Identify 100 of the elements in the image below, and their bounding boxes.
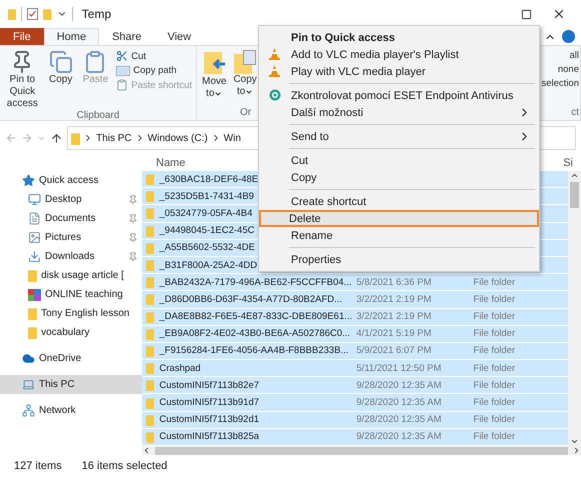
ribbon-button[interactable]: selection	[537, 78, 579, 89]
file-menu-button[interactable]: File	[0, 28, 44, 45]
selection-count: 16 items selected	[82, 460, 168, 472]
document-icon	[28, 212, 41, 225]
menu-item[interactable]: Rename	[261, 227, 537, 244]
ribbon-tab[interactable]: Home	[44, 28, 100, 45]
breadcrumb[interactable]: Win	[224, 132, 241, 144]
sidebar-item[interactable]: Network	[0, 401, 142, 420]
folder-icon	[146, 344, 154, 357]
file-name: CustomINI5f7113b92d1	[159, 414, 260, 426]
scroll-down-icon[interactable]	[570, 437, 579, 446]
folder-icon	[146, 259, 154, 272]
horizontal-scrollbar[interactable]	[142, 446, 581, 455]
folder-icon	[28, 269, 38, 282]
file-row[interactable]: CustomINI5f7113b825a 9/28/2020 12:35 AM File folder	[142, 428, 568, 445]
file-name: _D86D0BB6-D63F-4354-A77D-80B2AFD...	[159, 294, 344, 305]
menu-item[interactable]: Zkontrolovat pomocí ESET Endpoint Antivirus	[261, 87, 537, 104]
sidebar-item[interactable]: Quick access	[0, 171, 142, 190]
ribbon-button[interactable]: Cut	[116, 50, 192, 62]
sidebar-item[interactable]: This PC	[0, 375, 142, 394]
file-row[interactable]: _DA8E8B82-F6E5-4E87-833C-DBE809E61... 3/2/2021 2:19 PM File folder	[142, 308, 568, 325]
file-type: File folder	[473, 397, 516, 408]
sidebar-item[interactable]: OneDrive	[0, 349, 142, 368]
ribbon-button[interactable]: Copy path	[116, 65, 192, 76]
file-name: CustomINI5f7113b82e7	[159, 380, 260, 391]
sidebar-item[interactable]: Documents	[0, 209, 142, 228]
folder-copy-icon	[234, 50, 256, 74]
help-icon[interactable]	[562, 30, 575, 43]
close-icon[interactable]	[552, 7, 566, 21]
scroll-right-icon[interactable]	[572, 446, 581, 455]
menu-item[interactable]: Properties	[261, 251, 537, 268]
scroll-up-icon[interactable]	[570, 171, 579, 180]
file-row[interactable]: CustomINI5f7113b92d1 9/28/2020 12:35 AM File folder	[142, 412, 568, 428]
scroll-thumb[interactable]	[570, 182, 579, 208]
file-type: File folder	[473, 414, 516, 426]
menu-item[interactable]: Cut	[261, 152, 537, 169]
up-button[interactable]	[50, 132, 63, 144]
file-name: _5235D5B1-7431-4B9	[159, 190, 254, 202]
ribbon-button[interactable]: none	[537, 64, 579, 75]
folder-icon	[146, 276, 154, 288]
sidebar-item[interactable]: ONLINE teaching	[0, 285, 142, 304]
eye-icon	[269, 89, 281, 101]
file-row[interactable]: CustomINI5f7113b91d7 9/28/2020 12:35 AM File folder	[142, 394, 568, 411]
computer-icon	[22, 378, 35, 391]
sidebar-item[interactable]: Downloads	[0, 247, 142, 266]
file-type: File folder	[473, 362, 516, 374]
file-row[interactable]: _D86D0BB6-D63F-4354-A77D-80B2AFD... 3/2/2021 2:19 PM File folder	[142, 291, 568, 308]
ribbon-button[interactable]: Pin to Quick access	[4, 50, 41, 110]
folder-icon	[146, 310, 154, 323]
ribbon-button[interactable]: Move to	[200, 50, 228, 107]
menu-item[interactable]: Add to VLC media player's Playlist	[261, 46, 537, 63]
file-row[interactable]: Crashpad 5/11/2021 12:50 PM File folder	[142, 360, 568, 376]
picture-icon	[28, 231, 41, 244]
desktop-icon	[28, 193, 41, 206]
ribbon-tab[interactable]: Share	[99, 28, 154, 45]
menu-item[interactable]: Copy	[261, 169, 537, 186]
file-type: File folder	[473, 328, 516, 340]
group-label: ct	[570, 107, 579, 118]
ribbon-tab[interactable]: View	[154, 28, 204, 45]
date-modified: 9/28/2020 12:35 AM	[356, 397, 442, 408]
ribbon-button[interactable]: Copy	[46, 50, 75, 110]
sidebar-item[interactable]: Pictures	[0, 228, 142, 247]
file-type: File folder	[473, 294, 516, 305]
scroll-left-icon[interactable]	[142, 446, 151, 455]
folder-icon	[8, 8, 16, 20]
menu-item[interactable]: Další možnosti	[261, 104, 537, 121]
caret-icon	[214, 90, 222, 98]
folder-icon	[146, 430, 154, 443]
vertical-scrollbar[interactable]	[568, 171, 581, 446]
menu-item[interactable]: Play with VLC media player	[261, 63, 537, 80]
menu-item[interactable]: Delete	[259, 210, 539, 227]
file-type: File folder	[473, 431, 516, 442]
breadcrumb[interactable]: Windows (C:)	[148, 132, 208, 144]
file-name: _94498045-1EC2-45C	[159, 225, 254, 236]
file-row[interactable]: _BAB2432A-7179-496A-BE62-F5CCFFB04... 5/8/2021 6:36 PM File folder	[142, 274, 568, 290]
ribbon-button[interactable]: Copy to	[231, 50, 259, 107]
file-name: CustomINI5f7113b91d7	[159, 397, 260, 408]
network-icon	[22, 404, 35, 417]
menu-item[interactable]: Create shortcut	[261, 193, 537, 210]
folder-icon	[146, 207, 154, 220]
folder-icon	[146, 414, 154, 426]
sidebar-item[interactable]: Desktop	[0, 190, 142, 209]
file-name: _F9156284-1FE6-4056-AA4B-F8BBB233B...	[159, 345, 350, 356]
column-header[interactable]: Si	[563, 157, 573, 169]
sidebar-item[interactable]: Tony English lesson	[0, 304, 142, 323]
file-row[interactable]: _EB9A08F2-4E02-43B0-BE6A-A502786C0... 4/1/2021 5:19 PM File folder	[142, 326, 568, 342]
menu-item[interactable]: Send to	[261, 128, 537, 145]
ribbon-button[interactable]: all	[537, 50, 579, 61]
breadcrumb[interactable]: This PC	[96, 132, 132, 144]
sidebar-item[interactable]: disk usage article [	[0, 266, 142, 285]
file-row[interactable]: CustomINI5f7113b82e7 9/28/2020 12:35 AM File folder	[142, 377, 568, 394]
file-row[interactable]: _F9156284-1FE6-4056-AA4B-F8BBB233B... 5/9/2021 6:07 PM File folder	[142, 342, 568, 360]
menu-item[interactable]: Pin to Quick access	[261, 29, 537, 46]
folder-icon	[146, 242, 154, 254]
file-name: _BAB2432A-7179-496A-BE62-F5CCFFB04...	[159, 276, 352, 288]
maximize-icon[interactable]	[520, 8, 532, 20]
date-modified: 9/28/2020 12:35 AM	[356, 431, 442, 442]
pin-icon	[128, 252, 138, 262]
file-name: _A55B5602-5532-4DE	[159, 242, 255, 254]
sidebar-item[interactable]: vocabulary	[0, 323, 142, 342]
